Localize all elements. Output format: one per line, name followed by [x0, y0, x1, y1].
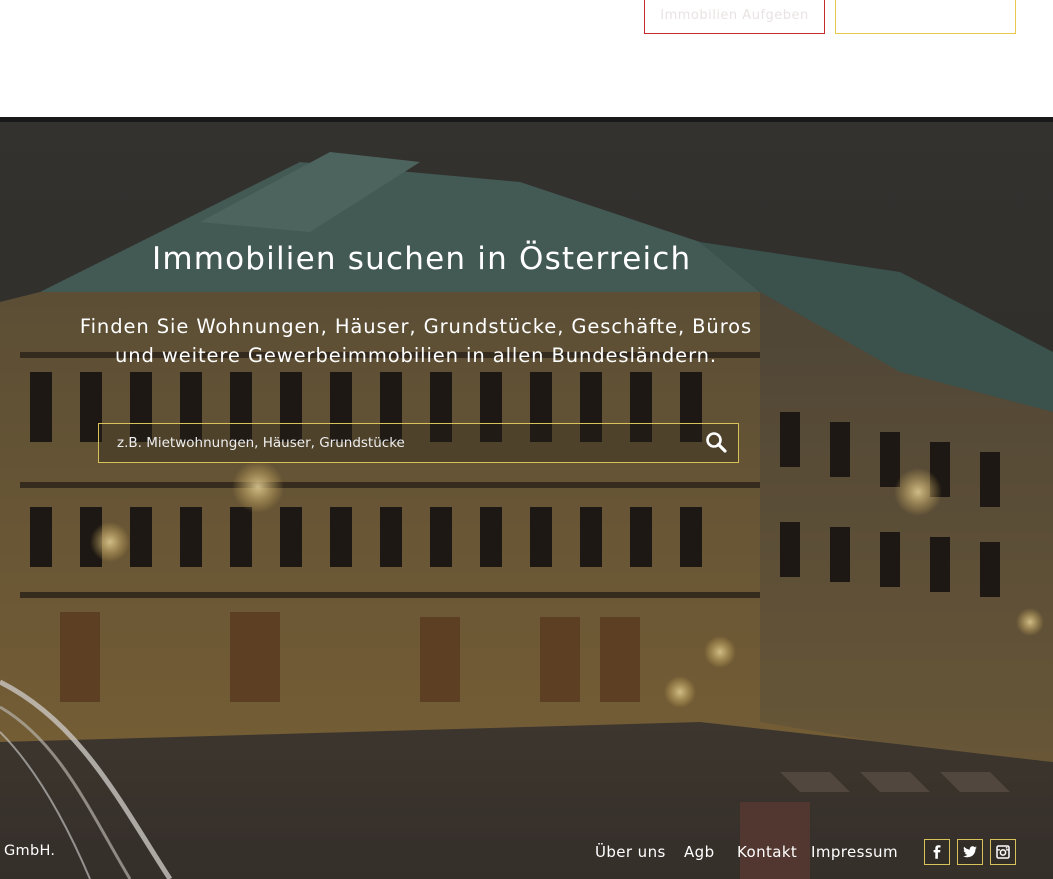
- instagram-button[interactable]: [990, 839, 1016, 865]
- hero-overlay: [0, 117, 1053, 879]
- search-box: [98, 423, 739, 463]
- hero-title: Immobilien suchen in Österreich: [152, 241, 692, 277]
- hero-subtitle: Finden Sie Wohnungen, Häuser, Grundstück…: [0, 312, 832, 370]
- advertise-property-button[interactable]: Immobilien Aufgeben: [644, 0, 825, 34]
- facebook-icon: [933, 845, 941, 859]
- twitter-icon: [963, 846, 977, 858]
- search-input[interactable]: [99, 424, 679, 462]
- secondary-top-button[interactable]: [835, 0, 1016, 34]
- facebook-button[interactable]: [924, 839, 950, 865]
- hero-subtitle-line-2: und weitere Gewerbeimmobilien in allen B…: [114, 344, 718, 367]
- footer-nav: Über uns Agb Kontakt Impressum: [0, 843, 1053, 865]
- hero-section: Immobilien suchen in Österreich Finden S…: [0, 117, 1053, 879]
- search-button[interactable]: [702, 428, 732, 458]
- top-strip: Immobilien Aufgeben: [0, 0, 1053, 117]
- footer-link-about[interactable]: Über uns: [595, 843, 666, 861]
- twitter-button[interactable]: [957, 839, 983, 865]
- footer-link-imprint[interactable]: Impressum: [811, 843, 898, 861]
- instagram-icon: [996, 845, 1010, 859]
- advertise-property-label: Immobilien Aufgeben: [660, 7, 809, 23]
- search-icon: [706, 432, 727, 453]
- hero-subtitle-line-1: Finden Sie Wohnungen, Häuser, Grundstück…: [79, 315, 753, 338]
- footer-link-contact[interactable]: Kontakt: [737, 843, 797, 861]
- footer-link-agb[interactable]: Agb: [684, 843, 715, 861]
